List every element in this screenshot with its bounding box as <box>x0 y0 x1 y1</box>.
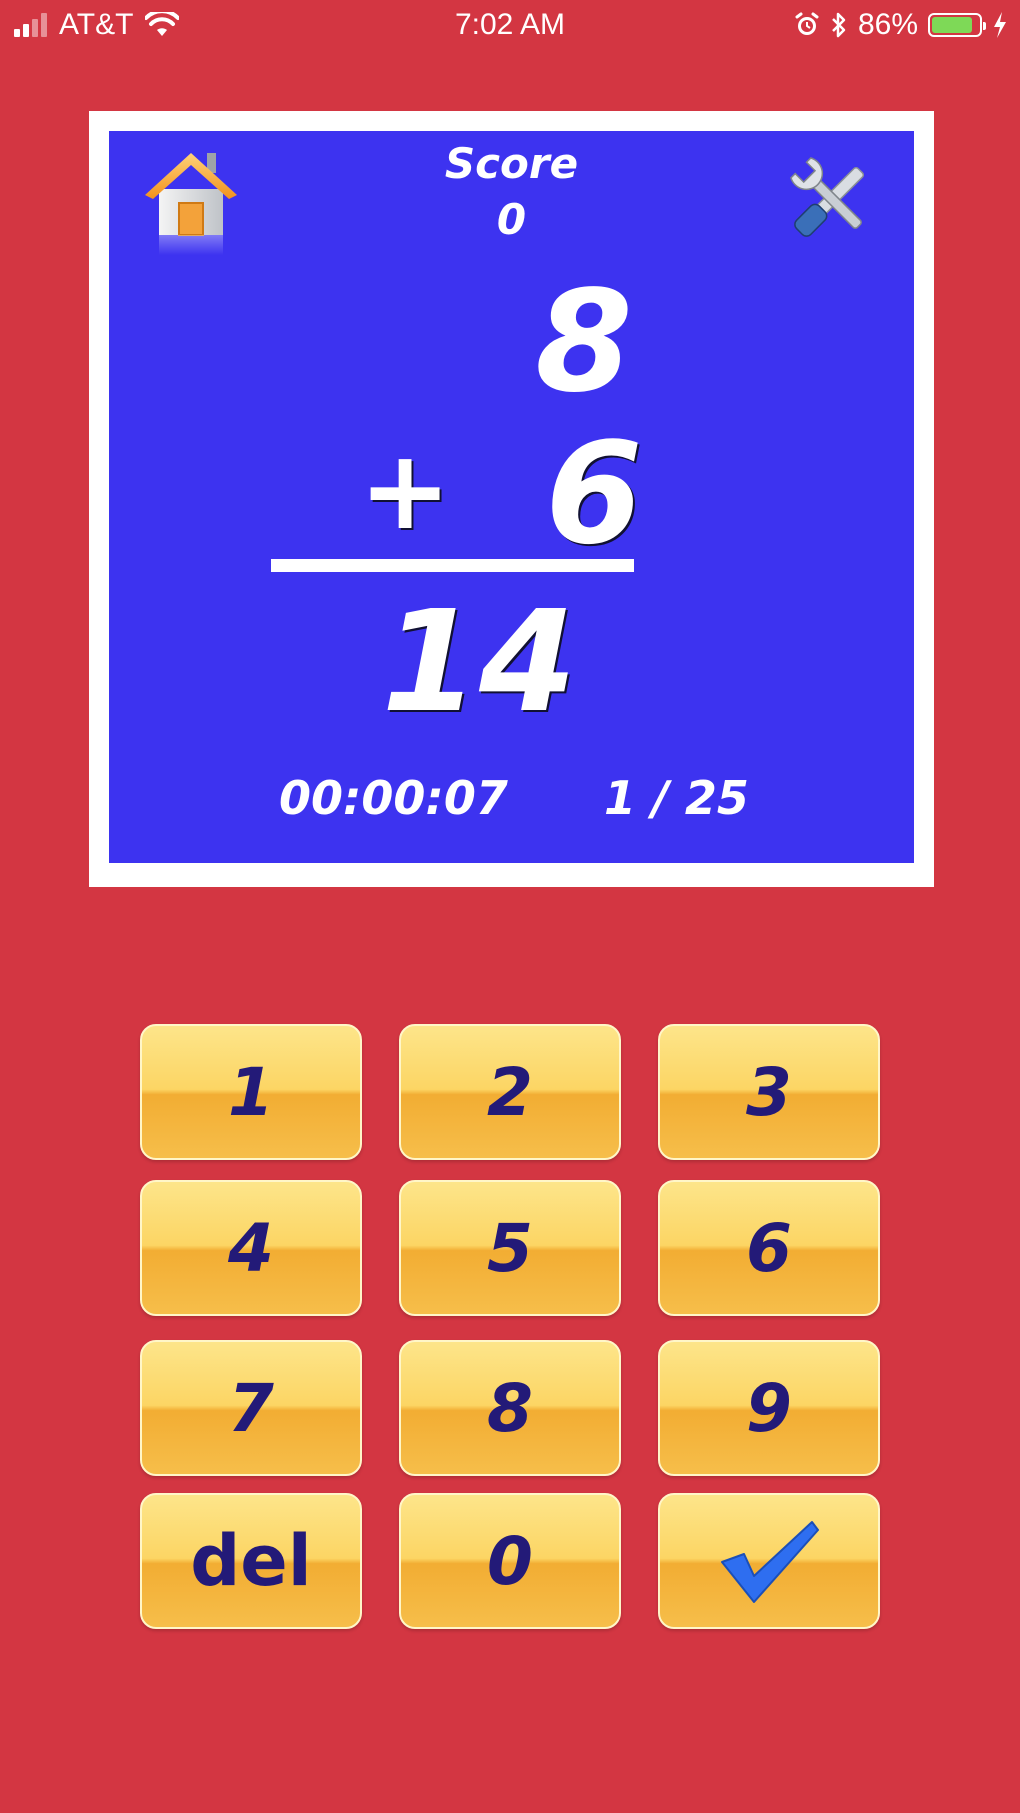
keypad: 1 2 3 4 5 6 7 8 9 del 0 <box>140 1024 880 1629</box>
answer-display: 14 <box>381 581 577 744</box>
bottom-number: 6 <box>545 413 643 576</box>
submit-key[interactable] <box>658 1493 880 1629</box>
key-9[interactable]: 9 <box>658 1340 880 1476</box>
question-progress: 1 / 25 <box>604 771 749 825</box>
battery-fill <box>932 17 972 33</box>
key-6[interactable]: 6 <box>658 1180 880 1316</box>
checkmark-icon <box>721 1521 819 1603</box>
timer: 00:00:07 <box>279 771 508 825</box>
key-1[interactable]: 1 <box>140 1024 362 1160</box>
alarm-icon <box>795 12 819 35</box>
charging-bolt-icon <box>994 12 1006 38</box>
key-4[interactable]: 4 <box>140 1180 362 1316</box>
game-card-frame: Score 0 8 + 6 14 00:00:07 1 / 25 <box>89 111 934 887</box>
key-8[interactable]: 8 <box>399 1340 621 1476</box>
key-2[interactable]: 2 <box>399 1024 621 1160</box>
status-right: 86% <box>794 8 1008 42</box>
sum-line <box>271 559 634 572</box>
key-3[interactable]: 3 <box>658 1024 880 1160</box>
tools-icon <box>790 157 865 237</box>
delete-key[interactable]: del <box>140 1493 362 1629</box>
game-card: Score 0 8 + 6 14 00:00:07 1 / 25 <box>109 131 914 863</box>
settings-button[interactable] <box>782 149 882 249</box>
bluetooth-icon <box>832 12 846 38</box>
operator: + <box>359 426 452 554</box>
battery-icon <box>928 13 986 37</box>
status-bar: AT&T 7:02 AM 86% <box>0 0 1020 52</box>
battery-percent: 86% <box>857 8 918 41</box>
key-7[interactable]: 7 <box>140 1340 362 1476</box>
key-5[interactable]: 5 <box>399 1180 621 1316</box>
top-number: 8 <box>535 261 633 424</box>
key-0[interactable]: 0 <box>399 1493 621 1629</box>
